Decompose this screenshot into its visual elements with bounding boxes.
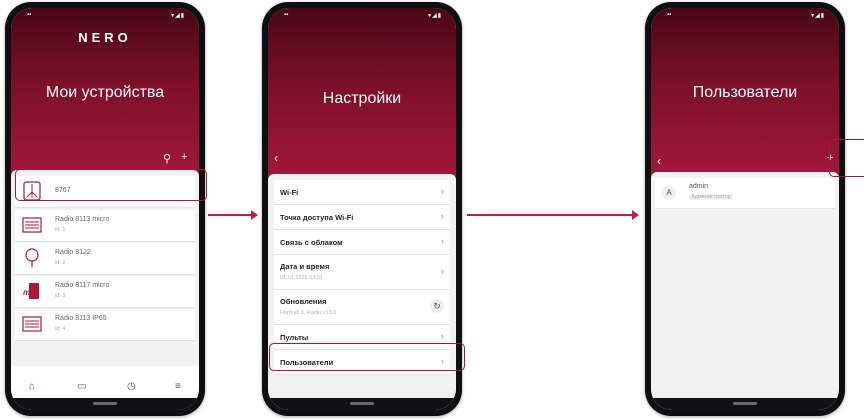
settings-sub: Hard v8.0, Radio v13.0 <box>280 310 337 316</box>
status-bar: ▪▪ ▾◢▮ <box>27 12 185 19</box>
system-nav-bar <box>11 398 199 410</box>
settings-row-updates[interactable]: Обновления Hard v8.0, Radio v13.0 ↻ <box>274 290 450 325</box>
radio-module-icon <box>22 316 42 332</box>
settings-row-cloud[interactable]: Связь с облаком › <box>274 230 450 255</box>
radio-module-icon <box>22 217 42 233</box>
system-nav-bar <box>651 398 839 410</box>
refresh-icon[interactable]: ↻ <box>430 299 444 313</box>
status-bar: ▪▪ ▾◢▮ <box>284 12 442 19</box>
settings-sub: 01.01.2226 03:01 <box>280 275 323 281</box>
user-item[interactable]: A admin Администратор <box>655 178 835 209</box>
device-item[interactable]: m Radio 8117 micro id: 3 <box>15 276 195 308</box>
home-pill[interactable] <box>733 402 757 405</box>
settings-label: Пульты <box>280 333 309 342</box>
users-list: A admin Администратор <box>651 172 839 410</box>
user-role: Администратор <box>689 194 733 200</box>
settings-row-datetime[interactable]: Дата и время 01.01.2226 03:01 › <box>274 255 450 290</box>
highlight-users-row <box>269 343 465 371</box>
settings-label: Связь с облаком <box>280 238 343 247</box>
chevron-right-icon: › <box>441 266 444 276</box>
settings-label: Обновления <box>280 297 327 306</box>
back-icon[interactable]: ‹ <box>657 154 661 168</box>
clock-icon[interactable]: ◷ <box>127 381 136 392</box>
chevron-right-icon: › <box>441 236 444 246</box>
home-pill[interactable] <box>350 402 374 405</box>
chevron-right-icon: › <box>441 186 444 196</box>
flow-arrow <box>467 210 639 220</box>
settings-label: Точка доступа Wi-Fi <box>280 213 354 222</box>
search-icon[interactable]: ⚲ <box>163 152 171 165</box>
home-pill[interactable] <box>93 402 117 405</box>
device-name: Radio 8117 micro <box>55 282 110 289</box>
highlight-add-user <box>829 139 864 177</box>
flow-arrow <box>208 210 258 220</box>
device-name: Radio 8122 <box>55 249 91 256</box>
page-title: Настройки <box>322 90 402 107</box>
device-id: id: 1 <box>55 227 66 233</box>
lamp-icon <box>25 248 39 267</box>
users-screen: ▪▪ ▾◢▮ Пользователи ‹ + A admin Администр… <box>651 8 839 410</box>
home-icon[interactable]: ⌂ <box>29 381 35 392</box>
system-nav-bar <box>268 398 456 410</box>
device-id: id: 2 <box>55 260 66 266</box>
plus-icon[interactable]: + <box>181 151 187 163</box>
header: ▪▪ ▾◢▮ Пользователи ‹ + <box>651 8 839 180</box>
page-title: Мои устройства <box>45 84 165 101</box>
settings-list: Wi-Fi › Точка доступа Wi-Fi › Связь с об… <box>268 174 456 410</box>
device-id: id: 4 <box>55 326 66 332</box>
radio-plug-icon: m <box>23 283 39 299</box>
svg-text:m: m <box>23 288 30 297</box>
device-item[interactable]: Radio 8113 micro id: 1 <box>15 210 195 242</box>
page-title: Пользователи <box>692 84 798 101</box>
back-icon[interactable]: ‹ <box>274 151 278 165</box>
settings-label: Wi-Fi <box>280 188 299 197</box>
settings-label: Дата и время <box>280 262 330 271</box>
status-bar: ▪▪ ▾◢▮ <box>667 12 825 19</box>
device-id: id: 3 <box>55 293 66 299</box>
settings-row-wifi[interactable]: Wi-Fi › <box>274 180 450 205</box>
nero-logo: NERO <box>78 30 132 45</box>
device-item[interactable]: Radio 8113 IP65 id: 4 <box>15 309 195 341</box>
devices-screen: ▪▪ ▾◢▮ NERO Мои устройства ⚲ + 8767 Radi… <box>11 8 199 410</box>
device-item[interactable]: Radio 8122 id: 2 <box>15 243 195 275</box>
phone-devices: ▪▪ ▾◢▮ NERO Мои устройства ⚲ + 8767 Radi… <box>5 2 205 416</box>
device-name: Radio 8113 micro <box>55 216 110 223</box>
user-name: admin <box>689 183 709 190</box>
header: ▪▪ ▾◢▮ NERO Мои устройства ⚲ + <box>11 8 199 178</box>
avatar: A <box>662 186 676 200</box>
bottom-nav: ⌂ ▭ ◷ ≡ <box>11 378 199 398</box>
phone-users: ▪▪ ▾◢▮ Пользователи ‹ + A admin Администр… <box>645 2 845 416</box>
devices-icon[interactable]: ▭ <box>77 381 86 392</box>
menu-icon[interactable]: ≡ <box>175 381 181 392</box>
chevron-right-icon: › <box>441 211 444 221</box>
chevron-right-icon: › <box>441 331 444 341</box>
header: ▪▪ ▾◢▮ Настройки ‹ <box>268 8 456 184</box>
highlight-device <box>15 169 207 201</box>
device-name: Radio 8113 IP65 <box>55 315 107 322</box>
settings-row-hotspot[interactable]: Точка доступа Wi-Fi › <box>274 205 450 230</box>
